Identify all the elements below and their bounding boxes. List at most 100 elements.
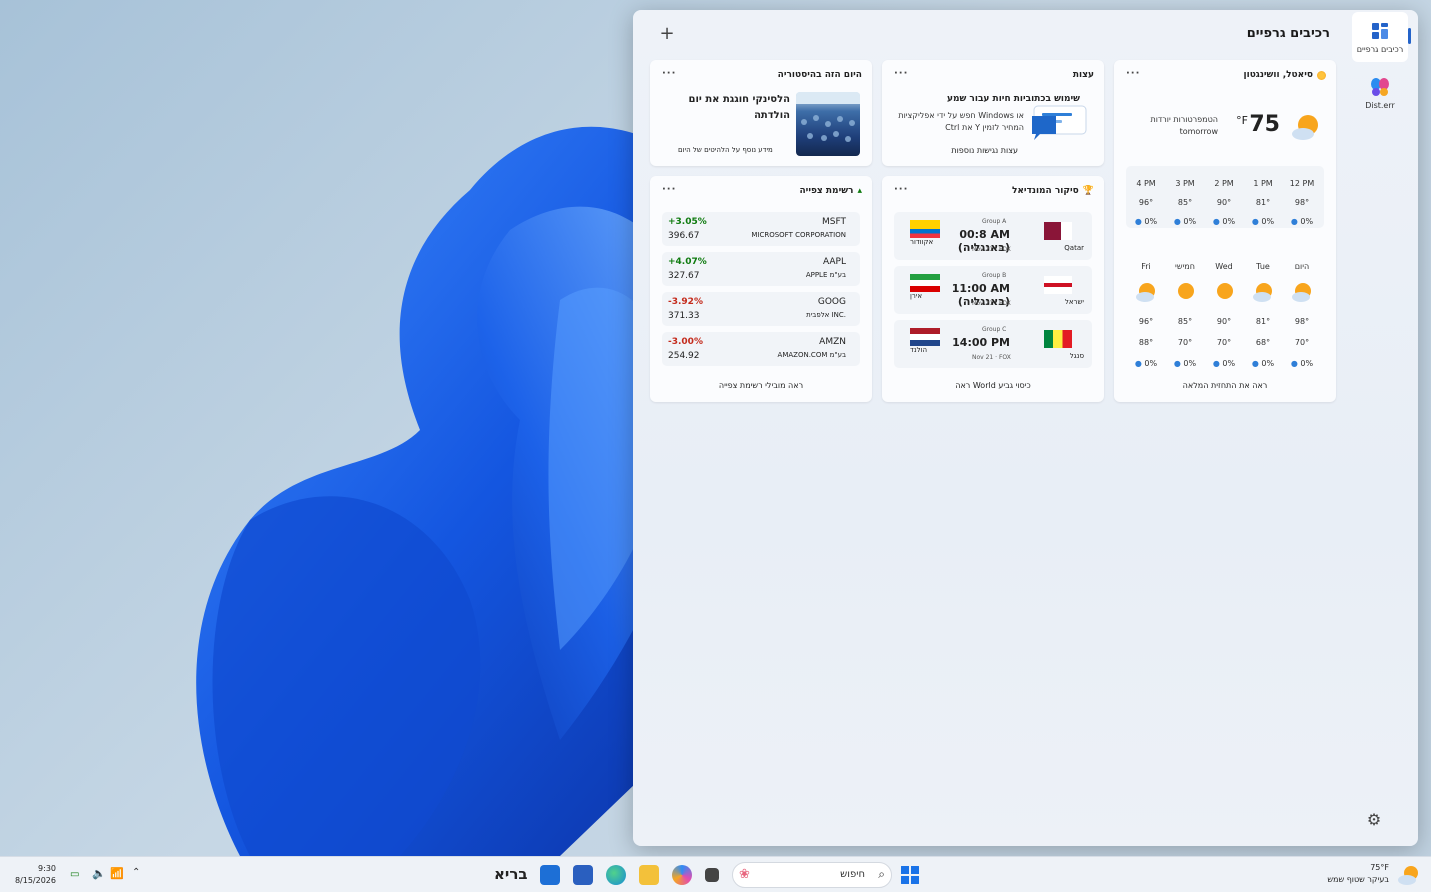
hourly-temp: 85° xyxy=(1177,198,1193,207)
file-explorer-icon[interactable] xyxy=(639,865,659,885)
butterfly-app-icon xyxy=(1371,78,1389,96)
stock-symbol: MSFT xyxy=(822,217,846,227)
match-broadcast: Nov 21 · FOX xyxy=(972,300,1011,307)
battery-icon[interactable]: ▭ xyxy=(70,869,79,880)
match-broadcast: Nov 21 · FOX xyxy=(972,354,1011,361)
match-broadcast: Nov 21 · FOX xyxy=(972,246,1011,253)
hourly-precip-value: 0% xyxy=(1222,217,1236,226)
daily-low: 68° xyxy=(1255,338,1271,347)
raindrop-icon: ● xyxy=(1173,217,1184,226)
history-more-button[interactable]: ··· xyxy=(662,68,676,79)
team1-name: סנגל xyxy=(1069,352,1084,360)
tips-card[interactable]: עצות ··· שימוש בכתוביות חיות עבור שמע חפ… xyxy=(882,60,1104,166)
search-placeholder: חיפוש xyxy=(840,869,865,880)
daily-precip: ● 0% xyxy=(1284,353,1320,374)
history-more-link[interactable]: מידע נוסף על הלהיטים של היום xyxy=(678,146,773,154)
copilot-icon[interactable] xyxy=(672,865,692,885)
partly-sunny-icon xyxy=(1292,115,1318,140)
system-clock[interactable]: 9:30 8/15/2026 xyxy=(4,863,56,887)
partly-sunny-icon xyxy=(1292,283,1311,302)
daily-column: Wed 90° 70° ● 0% xyxy=(1206,256,1242,374)
weather-card[interactable]: סיאטל, וושינגטון ··· 75 °F הטמפרטורות יו… xyxy=(1114,60,1336,402)
wifi-icon[interactable]: 📶 xyxy=(110,867,124,880)
stock-change: +4.07% xyxy=(668,257,707,267)
weather-full-forecast-link[interactable]: ראה את התחזית המלאה xyxy=(1114,381,1336,390)
daily-precip-value: 0% xyxy=(1300,359,1314,368)
daily-low: 70° xyxy=(1216,338,1232,347)
current-temp: 75 xyxy=(1249,112,1280,137)
sunny-icon xyxy=(1178,283,1194,299)
weather-more-button[interactable]: ··· xyxy=(1126,68,1140,79)
lotus-icon: ❀ xyxy=(739,867,750,882)
daily-low: 70° xyxy=(1294,338,1310,347)
start-icon[interactable] xyxy=(900,865,920,885)
history-headline: הלסינקי חוגגת את יום הולדתה xyxy=(688,94,790,121)
match-row[interactable]: Qatar אקוודור Group A 00:8 AM (באנגליה) Nov … xyxy=(894,212,1092,260)
stock-row[interactable]: AAPL APPLE בע"מ +4.07% 327.67 xyxy=(662,252,860,286)
widgets-icon xyxy=(1372,23,1388,39)
match-group: Group C xyxy=(982,326,1007,333)
world-cup-card[interactable]: סיקור המונדיאל 🏆 ··· Qatar אקוודור Group A… xyxy=(882,176,1104,402)
daily-forecast: היום 98° 70° ● 0% Tue 81° 68° ● 0% Wed 90° 70° ● 0%… xyxy=(1126,256,1324,368)
raindrop-icon: ● xyxy=(1290,217,1301,226)
stock-name: אלפבית INC. xyxy=(806,311,846,319)
stock-price: 371.33 xyxy=(668,311,700,321)
team1-flag-icon xyxy=(1044,330,1072,348)
daily-day: Wed xyxy=(1215,262,1233,271)
stock-name: AMAZON.COM בע"מ xyxy=(777,351,846,359)
rail-widgets-label: רכיבים גרפיים xyxy=(1356,45,1404,54)
tips-body: חפש על ידי אפליקציות Windows או Ctrl את … xyxy=(898,111,1024,132)
hourly-time: 4 PM xyxy=(1136,179,1156,188)
partly-sunny-icon xyxy=(1136,283,1155,302)
stock-name: MICROSOFT CORPORATION xyxy=(751,231,846,239)
widgets-side-rail: רכיבים גרפיים Dist.err ⚙ xyxy=(1346,10,1411,846)
sunny-icon xyxy=(1217,283,1233,299)
hourly-column: 12 PM 98° ● 0% xyxy=(1284,174,1320,231)
taskbar-weather[interactable]: 75°F בעיקר שטוף שמש xyxy=(1313,861,1423,889)
stock-row[interactable]: GOOG אלפבית INC. -3.92% 371.33 xyxy=(662,292,860,326)
outlook-icon[interactable] xyxy=(540,865,560,885)
tray-chevron-icon[interactable]: ⌃ xyxy=(132,867,140,878)
daily-precip-value: 0% xyxy=(1261,359,1275,368)
edge-icon[interactable] xyxy=(606,865,626,885)
daily-precip-value: 0% xyxy=(1144,359,1158,368)
rail-app-button[interactable]: Dist.err xyxy=(1352,68,1408,118)
history-card[interactable]: היום הזה בהיסטוריה ··· הלסינקי חוגגת את … xyxy=(650,60,872,166)
match-row[interactable]: סנגל הולנד Group C 14:00 PM Nov 21 · FOX xyxy=(894,320,1092,368)
store-icon[interactable] xyxy=(573,865,593,885)
match-row[interactable]: ישראל אירן Group B 11:00 AM (באנגליה) Nov 21… xyxy=(894,266,1092,314)
watchlist-movers-link[interactable]: ראה מובילי רשימת צפייה xyxy=(650,381,872,390)
hourly-time: 1 PM xyxy=(1253,179,1273,188)
tips-more-button[interactable]: ··· xyxy=(894,68,908,79)
hourly-time: 12 PM xyxy=(1289,179,1315,188)
hourly-precip: ● 0% xyxy=(1245,212,1281,231)
watchlist-card[interactable]: רשימת צפייה ▴ ··· MSFT MICROSOFT CORPORAT… xyxy=(650,176,872,402)
watchlist-header: רשימת צפייה ▴ xyxy=(800,186,863,196)
settings-gear-icon[interactable]: ⚙ xyxy=(1364,810,1384,830)
stock-symbol: AAPL xyxy=(822,257,846,267)
volume-icon[interactable]: 🔈 xyxy=(92,867,106,880)
stock-row[interactable]: MSFT MICROSOFT CORPORATION +3.05% 396.67 xyxy=(662,212,860,246)
stock-change: -3.92% xyxy=(668,297,703,307)
tips-more-link[interactable]: עצות נגישות נוספות xyxy=(951,146,1018,155)
daily-precip: ● 0% xyxy=(1245,353,1281,374)
daily-day: חמישי xyxy=(1175,262,1195,271)
history-photo xyxy=(796,92,860,156)
daily-column: Tue 81° 68° ● 0% xyxy=(1245,256,1281,374)
watchlist-more-button[interactable]: ··· xyxy=(662,184,676,195)
daily-day: היום xyxy=(1294,262,1310,271)
team1-name: Qatar xyxy=(1064,244,1084,252)
task-view-icon[interactable] xyxy=(705,868,719,882)
daily-high: 81° xyxy=(1255,317,1271,326)
world-cup-coverage-link[interactable]: ראה World כיסוי גביע xyxy=(882,381,1104,390)
add-widget-button[interactable]: + xyxy=(657,24,677,44)
temp-unit: °F xyxy=(1236,114,1248,127)
stock-row[interactable]: AMZN AMAZON.COM בע"מ -3.00% 254.92 xyxy=(662,332,860,366)
health-app-text[interactable]: בריא xyxy=(494,865,528,883)
rail-widgets-button[interactable]: רכיבים גרפיים xyxy=(1352,12,1411,62)
search-box[interactable]: ❀ חיפוש ⌕ xyxy=(732,862,892,888)
daily-low: 88° xyxy=(1138,338,1154,347)
world-cup-more-button[interactable]: ··· xyxy=(894,184,908,195)
team1-flag-icon xyxy=(1044,222,1072,240)
stock-change: +3.05% xyxy=(668,217,707,227)
